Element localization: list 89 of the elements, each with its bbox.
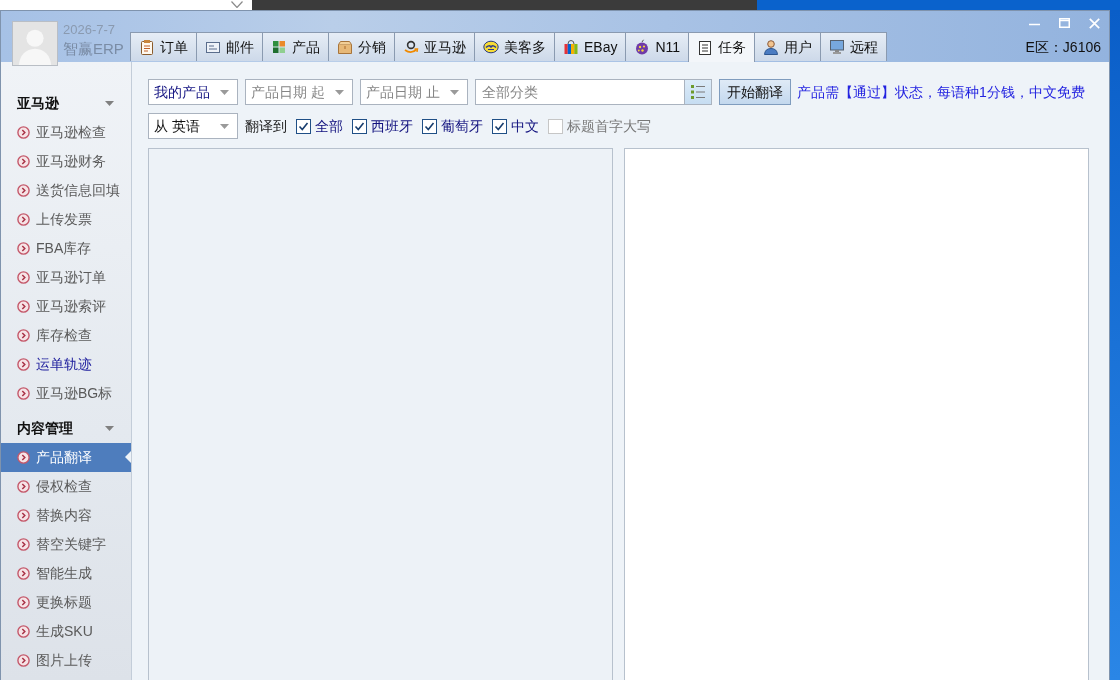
product-filter-dropdown[interactable]: 我的产品 [148,79,238,105]
sidebar-item[interactable]: 亚马逊财务 [1,147,131,176]
tab[interactable]: N11 [625,32,690,61]
maximize-icon [1058,18,1070,28]
chevron-circle-icon [17,451,30,464]
checkbox[interactable] [352,118,367,134]
oval-emblem-icon [483,39,499,55]
user-icon [763,39,780,55]
checkbox[interactable] [296,118,311,134]
start-translate-button[interactable]: 开始翻译 [719,79,791,105]
sidebar-item[interactable]: 图片上传 [1,646,131,675]
sidebar-item[interactable]: 侵权检查 [1,472,131,501]
chevron-circle-icon [17,271,30,284]
checkbox[interactable] [492,118,507,134]
tab[interactable]: 订单 [130,32,197,61]
date-to-dropdown[interactable]: 产品日期 止 [360,79,468,105]
chevron-circle-icon [17,184,30,197]
chevron-circle-icon [17,596,30,609]
document-icon [697,39,714,56]
sidebar-item[interactable]: 亚马逊检查 [1,118,131,147]
sidebar-item[interactable]: 运单轨迹 [1,350,131,379]
checkbox[interactable] [422,118,437,134]
sidebar-item[interactable]: FBA库存 [1,234,131,263]
chevron-circle-icon [17,625,30,638]
sidebar-group-header[interactable]: 内容管理 [1,413,131,443]
box-icon [337,39,353,55]
field-label: 翻译到 [245,116,287,136]
shopping-bag-icon [563,39,579,55]
monitor-icon [829,39,846,55]
chevron-circle-icon [17,480,30,493]
chevron-circle-icon [17,329,30,342]
four-squares-icon [271,39,287,55]
sidebar-item[interactable]: 亚马逊索评 [1,292,131,321]
region-label: E区：J6106 [1025,38,1101,57]
sidebar-item[interactable]: 上传发票 [1,205,131,234]
caret-down-icon [220,123,229,129]
sidebar-group-header[interactable]: 亚马逊 [1,88,131,118]
chevron-circle-icon [17,358,30,371]
checkbox-label[interactable]: 西班牙 [371,115,413,137]
chevron-circle-icon [17,538,30,551]
sidebar-item[interactable]: 替换内容 [1,501,131,530]
chevron-circle-icon [17,509,30,522]
caret-down-icon [220,89,229,95]
category-field[interactable]: 全部分类 [475,79,685,105]
dotted-ball-icon [634,39,651,55]
checkbox-label[interactable]: 葡萄牙 [441,115,483,137]
chevron-down-icon [231,1,243,8]
sidebar-item[interactable]: 亚马逊订单 [1,263,131,292]
tab[interactable]: 任务 [688,32,756,62]
tab[interactable]: 美客多 [474,32,555,61]
sidebar-item[interactable]: 产品翻译 [1,443,131,472]
avatar-icon [12,21,58,66]
list-icon [691,85,705,99]
chevron-circle-icon [17,213,30,226]
card-icon [205,39,221,55]
sidebar-item[interactable]: 库存检查 [1,321,131,350]
checkbox-label[interactable]: 标题首字大写 [567,115,651,137]
sidebar-item[interactable]: 送货信息回填 [1,176,131,205]
caret-down-icon [450,89,459,95]
caret-down-icon [335,89,344,95]
sidebar-item[interactable]: 更换标题 [1,588,131,617]
sidebar-item[interactable]: 智能生成 [1,559,131,588]
sidebar-item[interactable]: 替空关键字 [1,530,131,559]
chevron-circle-icon [17,387,30,400]
tab[interactable]: 分销 [328,32,395,61]
sidebar-item[interactable]: 生成SKU [1,617,131,646]
tab[interactable]: EBay [554,32,627,61]
tab[interactable]: 用户 [754,32,822,61]
date-from-dropdown[interactable]: 产品日期 起 [245,79,353,105]
chevron-circle-icon [17,242,30,255]
chevron-circle-icon [17,654,30,667]
clipboard-icon [139,39,155,55]
sidebar-item[interactable]: 亚马逊BG标 [1,379,131,408]
tab[interactable]: 产品 [262,32,329,61]
tab[interactable]: 亚马逊 [394,32,475,61]
close-icon [1088,17,1100,29]
checkbox-label[interactable]: 中文 [511,115,539,137]
tab[interactable]: 远程 [820,32,888,61]
tab[interactable]: 邮件 [196,32,263,61]
chevron-circle-icon [17,567,30,580]
app-name: 智赢ERP [63,41,124,58]
notice-text: 产品需【通过】状态，每语种1分钱，中文免费 [797,82,1085,102]
chevron-circle-icon [17,300,30,313]
source-language-dropdown[interactable]: 从 英语 [148,113,238,139]
chevron-circle-icon [17,126,30,139]
category-list-button[interactable] [685,79,712,105]
smile-arrow-icon [403,39,419,55]
chevron-circle-icon [17,155,30,168]
checkbox-label[interactable]: 全部 [315,115,343,137]
